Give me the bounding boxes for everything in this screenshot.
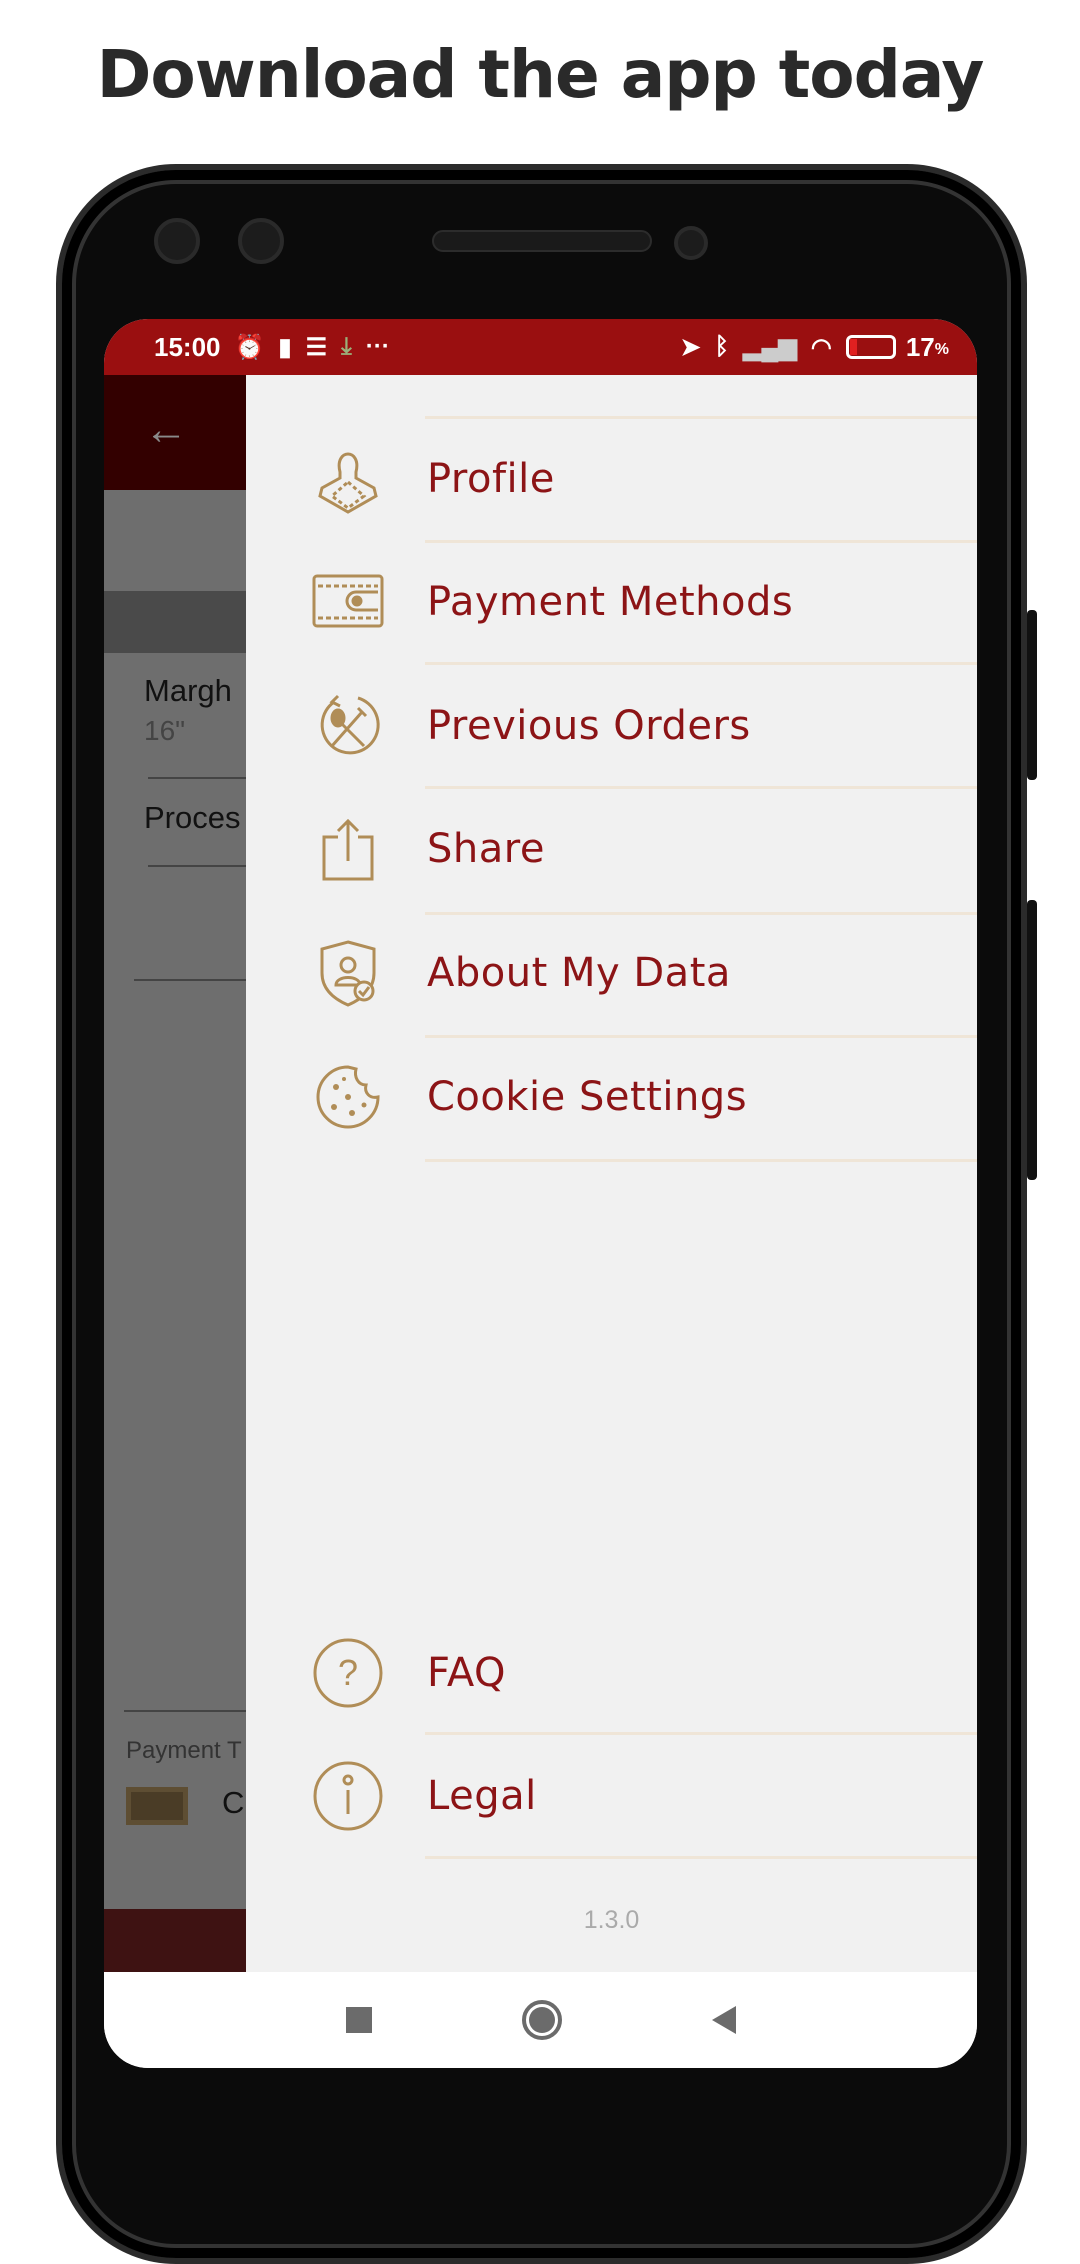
order-item-name: Margh: [144, 673, 232, 708]
back-arrow-icon[interactable]: ←: [144, 405, 188, 455]
drawer-item-label: Share: [427, 826, 545, 872]
divider: [425, 1856, 977, 1859]
drawer-item-label: Profile: [427, 456, 555, 502]
more-icon: ···: [365, 333, 390, 360]
drawer-item-about-my-data[interactable]: About My Data: [246, 913, 977, 1033]
drawer-item-label: About My Data: [427, 950, 731, 996]
share-icon: [308, 809, 388, 889]
drawer-item-label: Legal: [427, 1773, 537, 1819]
question-icon: ?: [308, 1633, 388, 1713]
drawer-item-legal[interactable]: Legal: [246, 1736, 977, 1856]
notification-icon: ☰: [305, 333, 328, 361]
divider: [425, 1159, 977, 1162]
order-item-size: 16": [144, 715, 186, 746]
payment-type-label: Payment T: [126, 1737, 242, 1764]
data-shield-icon: [308, 933, 388, 1013]
battery-icon: [845, 335, 896, 359]
payment-type-value: C: [222, 1785, 245, 1820]
reorder-icon: [308, 686, 388, 766]
power-button: [1027, 610, 1037, 780]
battery-percent: 17: [905, 331, 935, 362]
drawer-item-label: Payment Methods: [427, 579, 794, 625]
svg-text:?: ?: [338, 1652, 358, 1693]
info-icon: [308, 1756, 388, 1836]
back-button[interactable]: [711, 2006, 736, 2034]
drawer-item-label: FAQ: [427, 1650, 506, 1696]
divider: [425, 662, 977, 665]
drawer-item-faq[interactable]: ? FAQ: [246, 1613, 977, 1733]
camera-icon: [238, 218, 284, 264]
status-bar: 15:00 ⏰ ▮ ☰ ⤓ ··· ➤ ᛒ ▂▄▆ ◠ 17%: [104, 319, 977, 375]
drawer-item-label: Previous Orders: [427, 703, 751, 749]
location-icon: ➤: [680, 333, 701, 361]
navigation-drawer: 1.3.0 Profile Payment Methods Previous Ord…: [246, 375, 977, 1972]
drawer-item-previous-orders[interactable]: Previous Orders: [246, 666, 977, 786]
system-nav-bar: [104, 1972, 977, 2068]
alarm-icon: ⏰: [234, 333, 265, 361]
camera-icon: [154, 218, 200, 264]
speaker: [432, 230, 652, 252]
download-icon: ⤓: [341, 333, 352, 360]
signal-roaming-icon: ▂▄▆: [742, 333, 797, 361]
app-version: 1.3.0: [583, 1906, 640, 1934]
bluetooth-icon: ᛒ: [714, 333, 729, 360]
order-status: Proces: [144, 800, 241, 835]
home-button[interactable]: [521, 2000, 562, 2040]
sensor-icon: [674, 226, 708, 260]
status-time: 15:00: [154, 331, 221, 362]
screen: 15:00 ⏰ ▮ ☰ ⤓ ··· ➤ ᛒ ▂▄▆ ◠ 17% ← Margh …: [104, 319, 977, 2068]
profile-icon: [308, 439, 388, 519]
recents-button[interactable]: [345, 2007, 372, 2033]
drawer-item-label: Cookie Settings: [427, 1074, 748, 1120]
volume-button: [1027, 900, 1037, 1180]
drawer-item-share[interactable]: Share: [246, 789, 977, 909]
background-order-screen: ← Margh 16" Proces Payment T C: [104, 375, 246, 1972]
battery-saver-icon: ▮: [278, 333, 292, 361]
wifi-icon: ◠: [810, 333, 832, 361]
drawer-item-cookie-settings[interactable]: Cookie Settings: [246, 1037, 977, 1157]
cookie-icon: [308, 1057, 388, 1137]
cash-icon: [126, 1787, 188, 1825]
drawer-item-payment-methods[interactable]: Payment Methods: [246, 542, 977, 662]
headline: Download the app today: [96, 36, 985, 113]
wallet-icon: [308, 562, 388, 642]
drawer-item-profile[interactable]: Profile: [246, 419, 977, 539]
